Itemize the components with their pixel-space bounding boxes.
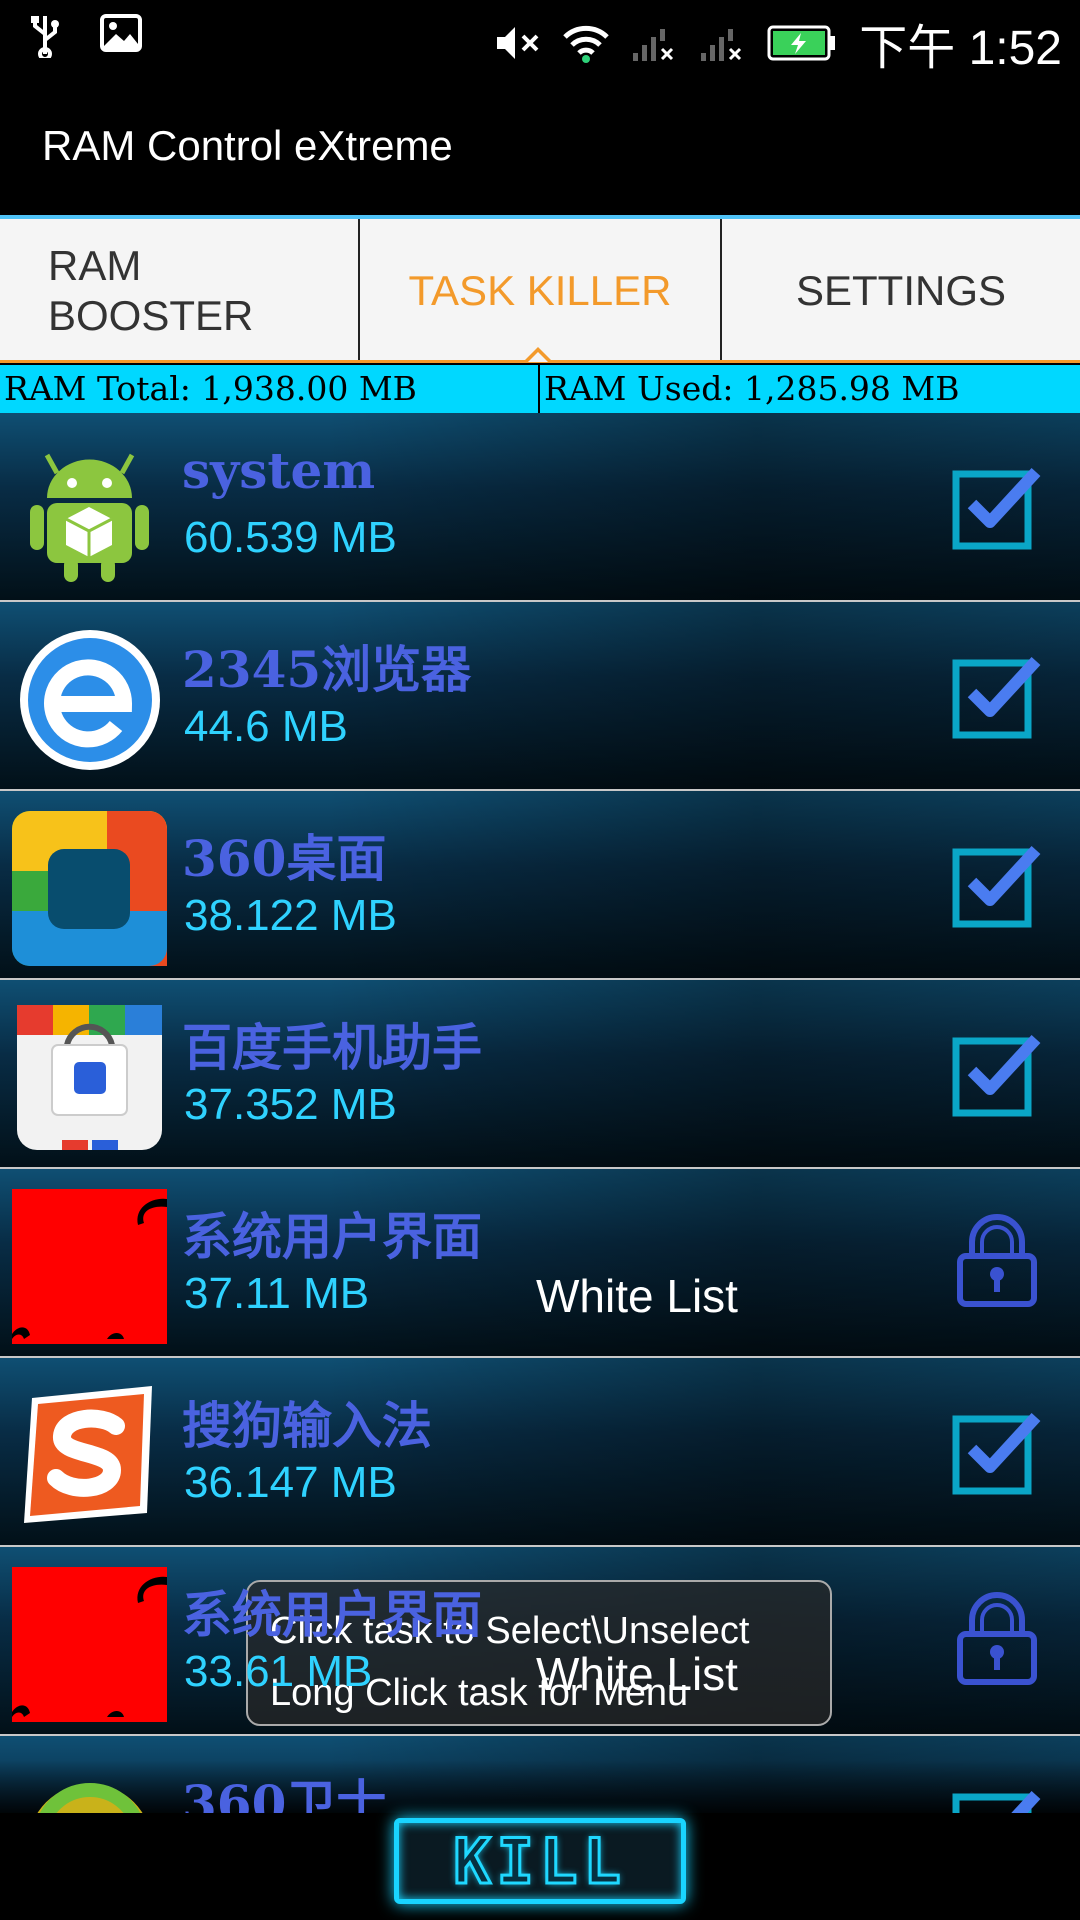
checkbox-checked-icon[interactable] [950,1025,1044,1119]
task-name: 搜狗输入法 [182,1396,432,1455]
task-name: 系统用户界面 [182,1207,482,1266]
tab-indicator-caret-inner [528,352,548,362]
sogou-input-icon [24,1386,152,1523]
mute-icon [497,27,539,59]
lock-icon[interactable] [950,1214,1044,1308]
battery-icon [767,25,836,61]
usb-icon [31,16,59,58]
baidu-assistant-icon [17,1005,162,1150]
signal-icon [701,29,742,61]
task-memory: 38.122 MB [184,891,397,940]
checkbox-checked-icon[interactable] [950,1403,1044,1497]
task-memory: 37.352 MB [184,1080,397,1129]
task-name: 百度手机助手 [182,1018,482,1077]
task-row[interactable]: 360桌面 38.122 MB [0,791,1080,980]
checkbox-checked-icon[interactable] [950,1781,1044,1813]
browser-2345-icon [20,630,160,770]
image-icon [100,14,142,52]
task-name: 360卫士 [182,1774,387,1813]
task-name: system [182,441,376,500]
wifi-icon [563,25,609,63]
system-ui-icon [12,1189,167,1344]
ram-info-bar: RAM Total: 1,938.00 MB RAM Used: 1,285.9… [0,363,1080,413]
task-row[interactable]: 百度手机助手 37.352 MB [0,980,1080,1169]
whitelist-label: White List [536,1648,738,1700]
tab-label: SETTINGS [795,267,1007,314]
checkbox-checked-icon[interactable] [950,647,1044,741]
launcher-360-icon [12,811,167,966]
tab-ram-booster[interactable]: RAM BOOSTER [0,219,358,363]
tab-label: RAM BOOSTER [48,242,254,339]
task-memory: 33.61 MB [184,1647,373,1696]
divider [538,365,540,413]
task-row[interactable]: system 60.539 MB [0,413,1080,602]
security-360-icon [37,1783,143,1813]
whitelist-label: White List [536,1270,738,1322]
signal-icon [633,29,674,61]
ram-total: RAM Total: 1,938.00 MB [4,369,417,408]
task-row[interactable]: 2345浏览器 44.6 MB [0,602,1080,791]
tab-bar: RAM BOOSTER TASK KILLER SETTINGS [0,215,1080,363]
tab-label: TASK KILLER [408,267,672,314]
task-memory: 44.6 MB [184,702,348,751]
task-row[interactable]: 搜狗输入法 36.147 MB [0,1358,1080,1547]
task-memory: 36.147 MB [184,1458,397,1507]
task-memory: 37.11 MB [184,1269,370,1318]
status-bar: 下午 1:52 [0,0,1080,75]
android-icon [30,453,149,582]
tab-settings[interactable]: SETTINGS [720,219,1080,363]
tab-task-killer[interactable]: TASK KILLER [358,219,720,363]
app-title: RAM Control eXtreme [42,122,453,169]
action-bar: RAM Control eXtreme [0,75,1080,215]
checkbox-checked-icon[interactable] [950,458,1044,552]
kill-button-label: KILL [452,1823,627,1899]
clock: 下午 1:52 [859,22,1062,75]
task-memory: 60.539 MB [184,513,397,562]
ram-used: RAM Used: 1,285.98 MB [544,369,960,408]
lock-icon[interactable] [950,1592,1044,1686]
task-row[interactable]: 系统用户界面 37.11 MB White List [0,1169,1080,1358]
task-name: 2345浏览器 [182,640,472,699]
task-name: 360桌面 [182,829,387,888]
system-ui-icon [12,1567,167,1722]
task-name: 系统用户界面 [182,1585,482,1644]
checkbox-checked-icon[interactable] [950,836,1044,930]
kill-button[interactable]: KILL [394,1818,686,1904]
